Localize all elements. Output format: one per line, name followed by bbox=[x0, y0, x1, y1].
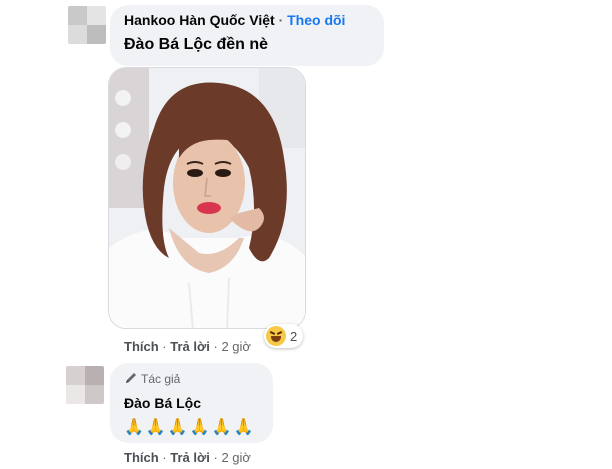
reply-button[interactable]: Trả lời bbox=[170, 339, 210, 354]
comment-text: 🙏🙏🙏🙏🙏🙏 bbox=[124, 419, 256, 436]
author-avatar[interactable] bbox=[66, 366, 104, 404]
commenter-avatar[interactable] bbox=[68, 6, 106, 44]
separator: · bbox=[213, 339, 218, 354]
like-button[interactable]: Thích bbox=[124, 450, 159, 465]
comment-author[interactable]: Hankoo Hàn Quốc Việt bbox=[124, 12, 275, 28]
follow-link[interactable]: Theo dõi bbox=[287, 12, 345, 28]
comment-actions: Thích · Trả lời · 2 giờ bbox=[124, 450, 251, 465]
haha-emoji-icon bbox=[266, 326, 286, 346]
separator: · bbox=[162, 339, 167, 354]
comment-author[interactable]: Đào Bá Lộc bbox=[124, 395, 201, 411]
reply-button[interactable]: Trả lời bbox=[170, 450, 210, 465]
comment-text: Đào Bá Lộc đền nè bbox=[124, 36, 269, 53]
comment-photo[interactable] bbox=[108, 67, 306, 329]
woman-portrait-photo bbox=[109, 68, 305, 328]
reaction-summary[interactable]: 2 bbox=[264, 324, 304, 348]
comment-author-line: Hankoo Hàn Quốc Việt · Theo dõi bbox=[124, 12, 345, 28]
timestamp[interactable]: 2 giờ bbox=[221, 450, 251, 465]
separator: · bbox=[278, 12, 284, 28]
like-button[interactable]: Thích bbox=[124, 339, 159, 354]
timestamp[interactable]: 2 giờ bbox=[221, 339, 251, 354]
separator: · bbox=[162, 450, 167, 465]
pen-icon bbox=[126, 373, 136, 383]
reaction-count: 2 bbox=[290, 328, 298, 344]
author-badge: Tác giả bbox=[124, 371, 180, 386]
author-badge-label: Tác giả bbox=[141, 372, 181, 386]
separator: · bbox=[213, 450, 218, 465]
comment-actions: Thích · Trả lời · 2 giờ bbox=[124, 339, 251, 354]
